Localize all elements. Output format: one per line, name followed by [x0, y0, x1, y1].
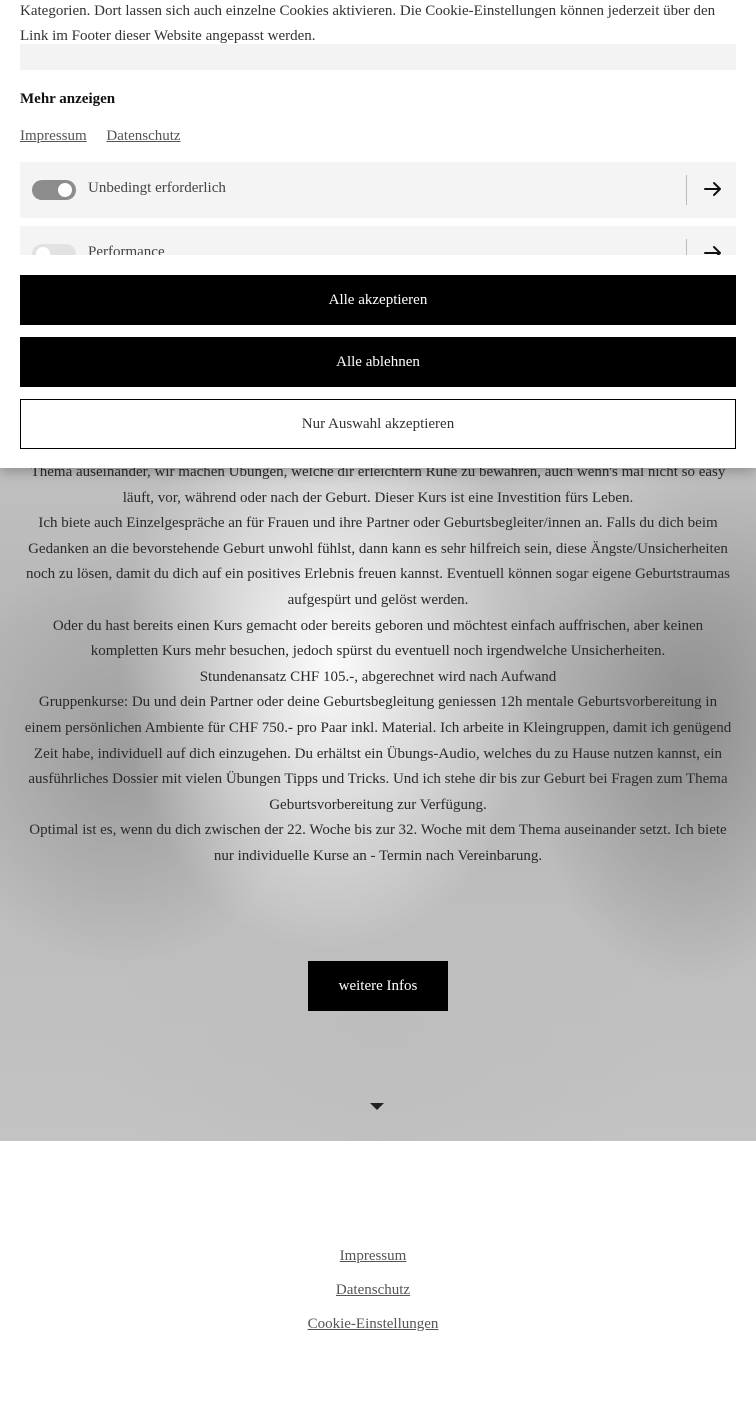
- footer: Impressum Datenschutz Cookie-Einstellung…: [0, 1141, 756, 1403]
- fade-divider: [20, 44, 736, 70]
- paragraph: Optimal ist es, wenn du dich zwischen de…: [29, 822, 727, 864]
- arrow-right-icon[interactable]: [702, 242, 724, 255]
- cookie-category-performance[interactable]: Performance: [20, 226, 736, 255]
- essential-toggle[interactable]: [32, 180, 76, 200]
- performance-toggle[interactable]: [32, 244, 76, 255]
- course-description: Thema auseinander, wir machen Übungen, w…: [24, 460, 732, 870]
- toggle-knob: [36, 247, 50, 255]
- show-more-toggle[interactable]: Mehr anzeigen: [20, 91, 115, 108]
- paragraph: Oder du hast bereits einen Kurs gemacht …: [52, 617, 704, 660]
- cookie-links: Impressum Datenschutz: [20, 128, 197, 145]
- divider: [686, 175, 687, 205]
- accept-selection-button[interactable]: Nur Auswahl akzeptieren: [20, 399, 736, 449]
- cookie-intro: Kategorien. Dort lassen sich auch einzel…: [20, 0, 736, 49]
- cookie-category-essential[interactable]: Unbedingt erforderlich: [20, 162, 736, 218]
- accept-all-button[interactable]: Alle akzeptieren: [20, 275, 736, 325]
- category-scroll-area: Performance: [0, 226, 756, 255]
- footer-cookie-settings-link[interactable]: Cookie-Einstellungen: [0, 1316, 746, 1333]
- paragraph: Ich biete auch Einzelgespräche an für Fr…: [26, 515, 730, 608]
- intro-line: Kategorien. Dort lassen sich auch einzel…: [20, 3, 716, 19]
- datenschutz-link[interactable]: Datenschutz: [106, 128, 180, 144]
- paragraph: Gruppenkurse: Du und dein Partner oder d…: [24, 694, 732, 813]
- footer-impressum-link[interactable]: Impressum: [0, 1248, 746, 1265]
- more-info-button[interactable]: weitere Infos: [308, 961, 448, 1011]
- category-label: Unbedingt erforderlich: [88, 180, 226, 196]
- triangle-down-icon[interactable]: [370, 1103, 384, 1110]
- toggle-knob: [58, 183, 72, 197]
- arrow-right-icon[interactable]: [702, 178, 724, 200]
- cookie-banner: Kategorien. Dort lassen sich auch einzel…: [0, 0, 756, 468]
- price-line: Stundenansatz CHF 105.-, abgerechnet wir…: [199, 668, 557, 685]
- impressum-link[interactable]: Impressum: [20, 128, 87, 144]
- reject-all-button[interactable]: Alle ablehnen: [20, 337, 736, 387]
- footer-datenschutz-link[interactable]: Datenschutz: [0, 1282, 746, 1299]
- divider: [686, 239, 687, 255]
- category-label: Performance: [88, 244, 165, 255]
